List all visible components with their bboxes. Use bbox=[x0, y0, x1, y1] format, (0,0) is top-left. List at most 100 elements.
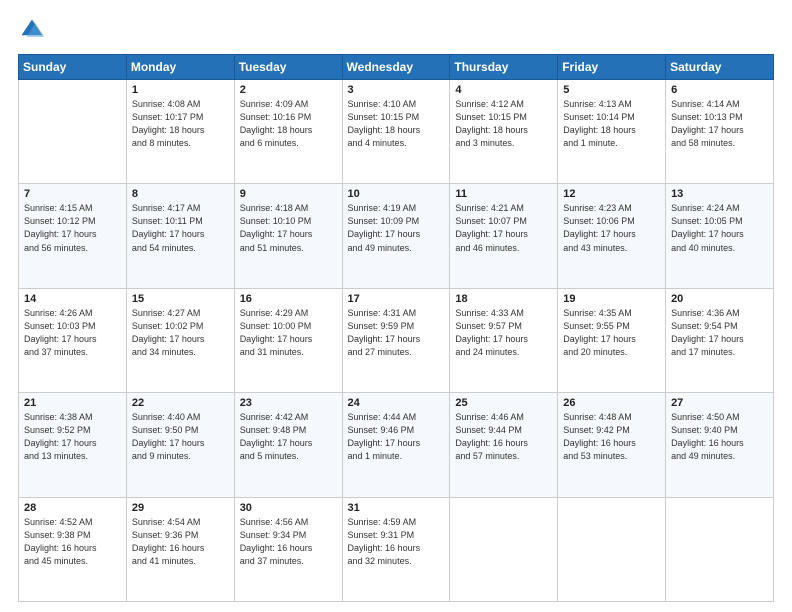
calendar-cell: 1 Sunrise: 4:08 AM Sunset: 10:17 PM Dayli… bbox=[126, 80, 234, 184]
day-info: Sunrise: 4:46 AM Sunset: 9:44 PM Dayligh… bbox=[455, 411, 552, 463]
calendar-table: SundayMondayTuesdayWednesdayThursdayFrid… bbox=[18, 54, 774, 602]
weekday-header-row: SundayMondayTuesdayWednesdayThursdayFrid… bbox=[19, 55, 774, 80]
day-info: Sunrise: 4:54 AM Sunset: 9:36 PM Dayligh… bbox=[132, 516, 229, 568]
calendar-cell bbox=[19, 80, 127, 184]
calendar-cell: 14 Sunrise: 4:26 AM Sunset: 10:03 PM Dayl… bbox=[19, 288, 127, 392]
weekday-header-tuesday: Tuesday bbox=[234, 55, 342, 80]
day-info: Sunrise: 4:29 AM Sunset: 10:00 PM Daylig… bbox=[240, 307, 337, 359]
calendar-cell: 5 Sunrise: 4:13 AM Sunset: 10:14 PM Dayli… bbox=[558, 80, 666, 184]
weekday-header-wednesday: Wednesday bbox=[342, 55, 450, 80]
day-info: Sunrise: 4:18 AM Sunset: 10:10 PM Daylig… bbox=[240, 202, 337, 254]
calendar-cell bbox=[558, 497, 666, 601]
calendar-cell: 8 Sunrise: 4:17 AM Sunset: 10:11 PM Dayli… bbox=[126, 184, 234, 288]
calendar-week-row-3: 14 Sunrise: 4:26 AM Sunset: 10:03 PM Dayl… bbox=[19, 288, 774, 392]
day-info: Sunrise: 4:38 AM Sunset: 9:52 PM Dayligh… bbox=[24, 411, 121, 463]
calendar-cell: 18 Sunrise: 4:33 AM Sunset: 9:57 PM Dayli… bbox=[450, 288, 558, 392]
logo bbox=[18, 16, 50, 44]
day-number: 1 bbox=[132, 84, 229, 96]
calendar-cell: 9 Sunrise: 4:18 AM Sunset: 10:10 PM Dayli… bbox=[234, 184, 342, 288]
day-info: Sunrise: 4:56 AM Sunset: 9:34 PM Dayligh… bbox=[240, 516, 337, 568]
weekday-header-monday: Monday bbox=[126, 55, 234, 80]
calendar-cell bbox=[450, 497, 558, 601]
day-number: 30 bbox=[240, 502, 337, 514]
day-info: Sunrise: 4:35 AM Sunset: 9:55 PM Dayligh… bbox=[563, 307, 660, 359]
day-number: 4 bbox=[455, 84, 552, 96]
day-number: 14 bbox=[24, 293, 121, 305]
calendar-cell: 31 Sunrise: 4:59 AM Sunset: 9:31 PM Dayli… bbox=[342, 497, 450, 601]
day-number: 19 bbox=[563, 293, 660, 305]
day-number: 3 bbox=[348, 84, 445, 96]
day-info: Sunrise: 4:50 AM Sunset: 9:40 PM Dayligh… bbox=[671, 411, 768, 463]
day-info: Sunrise: 4:40 AM Sunset: 9:50 PM Dayligh… bbox=[132, 411, 229, 463]
calendar-cell: 24Sunrise: 4:44 AM Sunset: 9:46 PM Dayli… bbox=[342, 393, 450, 497]
day-number: 8 bbox=[132, 188, 229, 200]
calendar-cell: 10Sunrise: 4:19 AM Sunset: 10:09 PM Dayl… bbox=[342, 184, 450, 288]
day-number: 16 bbox=[240, 293, 337, 305]
day-number: 2 bbox=[240, 84, 337, 96]
page: SundayMondayTuesdayWednesdayThursdayFrid… bbox=[0, 0, 792, 612]
calendar-cell: 21Sunrise: 4:38 AM Sunset: 9:52 PM Dayli… bbox=[19, 393, 127, 497]
day-info: Sunrise: 4:17 AM Sunset: 10:11 PM Daylig… bbox=[132, 202, 229, 254]
day-number: 26 bbox=[563, 397, 660, 409]
day-info: Sunrise: 4:12 AM Sunset: 10:15 PM Daylig… bbox=[455, 98, 552, 150]
day-info: Sunrise: 4:26 AM Sunset: 10:03 PM Daylig… bbox=[24, 307, 121, 359]
day-number: 27 bbox=[671, 397, 768, 409]
day-number: 22 bbox=[132, 397, 229, 409]
day-number: 23 bbox=[240, 397, 337, 409]
calendar-cell bbox=[666, 497, 774, 601]
calendar-cell: 25 Sunrise: 4:46 AM Sunset: 9:44 PM Dayli… bbox=[450, 393, 558, 497]
day-info: Sunrise: 4:21 AM Sunset: 10:07 PM Daylig… bbox=[455, 202, 552, 254]
calendar-cell: 28Sunrise: 4:52 AM Sunset: 9:38 PM Dayli… bbox=[19, 497, 127, 601]
logo-icon bbox=[18, 16, 46, 44]
calendar-cell: 22 Sunrise: 4:40 AM Sunset: 9:50 PM Dayli… bbox=[126, 393, 234, 497]
day-info: Sunrise: 4:24 AM Sunset: 10:05 PM Daylig… bbox=[671, 202, 768, 254]
calendar-cell: 23 Sunrise: 4:42 AM Sunset: 9:48 PM Dayli… bbox=[234, 393, 342, 497]
weekday-header-friday: Friday bbox=[558, 55, 666, 80]
calendar-cell: 16 Sunrise: 4:29 AM Sunset: 10:00 PM Dayl… bbox=[234, 288, 342, 392]
day-info: Sunrise: 4:59 AM Sunset: 9:31 PM Dayligh… bbox=[348, 516, 445, 568]
day-info: Sunrise: 4:52 AM Sunset: 9:38 PM Dayligh… bbox=[24, 516, 121, 568]
calendar-cell: 3 Sunrise: 4:10 AM Sunset: 10:15 PM Dayli… bbox=[342, 80, 450, 184]
calendar-cell: 27 Sunrise: 4:50 AM Sunset: 9:40 PM Dayli… bbox=[666, 393, 774, 497]
day-number: 24 bbox=[348, 397, 445, 409]
calendar-cell: 4 Sunrise: 4:12 AM Sunset: 10:15 PM Dayli… bbox=[450, 80, 558, 184]
weekday-header-sunday: Sunday bbox=[19, 55, 127, 80]
calendar-week-row-5: 28Sunrise: 4:52 AM Sunset: 9:38 PM Dayli… bbox=[19, 497, 774, 601]
day-info: Sunrise: 4:14 AM Sunset: 10:13 PM Daylig… bbox=[671, 98, 768, 150]
day-number: 31 bbox=[348, 502, 445, 514]
day-number: 9 bbox=[240, 188, 337, 200]
day-number: 12 bbox=[563, 188, 660, 200]
day-info: Sunrise: 4:42 AM Sunset: 9:48 PM Dayligh… bbox=[240, 411, 337, 463]
calendar-cell: 15 Sunrise: 4:27 AM Sunset: 10:02 PM Dayl… bbox=[126, 288, 234, 392]
calendar-cell: 12Sunrise: 4:23 AM Sunset: 10:06 PM Dayl… bbox=[558, 184, 666, 288]
day-number: 20 bbox=[671, 293, 768, 305]
calendar-cell: 11 Sunrise: 4:21 AM Sunset: 10:07 PM Dayl… bbox=[450, 184, 558, 288]
day-info: Sunrise: 4:10 AM Sunset: 10:15 PM Daylig… bbox=[348, 98, 445, 150]
day-number: 11 bbox=[455, 188, 552, 200]
calendar-cell: 26 Sunrise: 4:48 AM Sunset: 9:42 PM Dayli… bbox=[558, 393, 666, 497]
day-number: 6 bbox=[671, 84, 768, 96]
calendar-week-row-1: 1 Sunrise: 4:08 AM Sunset: 10:17 PM Dayli… bbox=[19, 80, 774, 184]
day-info: Sunrise: 4:15 AM Sunset: 10:12 PM Daylig… bbox=[24, 202, 121, 254]
calendar-cell: 17Sunrise: 4:31 AM Sunset: 9:59 PM Dayli… bbox=[342, 288, 450, 392]
weekday-header-saturday: Saturday bbox=[666, 55, 774, 80]
day-number: 15 bbox=[132, 293, 229, 305]
day-number: 29 bbox=[132, 502, 229, 514]
calendar-cell: 30 Sunrise: 4:56 AM Sunset: 9:34 PM Dayli… bbox=[234, 497, 342, 601]
day-info: Sunrise: 4:08 AM Sunset: 10:17 PM Daylig… bbox=[132, 98, 229, 150]
calendar-cell: 6 Sunrise: 4:14 AM Sunset: 10:13 PM Dayli… bbox=[666, 80, 774, 184]
calendar-cell: 2Sunrise: 4:09 AM Sunset: 10:16 PM Dayli… bbox=[234, 80, 342, 184]
day-number: 7 bbox=[24, 188, 121, 200]
day-number: 25 bbox=[455, 397, 552, 409]
day-info: Sunrise: 4:13 AM Sunset: 10:14 PM Daylig… bbox=[563, 98, 660, 150]
calendar-week-row-2: 7 Sunrise: 4:15 AM Sunset: 10:12 PM Dayli… bbox=[19, 184, 774, 288]
calendar-week-row-4: 21Sunrise: 4:38 AM Sunset: 9:52 PM Dayli… bbox=[19, 393, 774, 497]
day-info: Sunrise: 4:33 AM Sunset: 9:57 PM Dayligh… bbox=[455, 307, 552, 359]
day-number: 18 bbox=[455, 293, 552, 305]
calendar-cell: 13Sunrise: 4:24 AM Sunset: 10:05 PM Dayl… bbox=[666, 184, 774, 288]
day-info: Sunrise: 4:27 AM Sunset: 10:02 PM Daylig… bbox=[132, 307, 229, 359]
weekday-header-thursday: Thursday bbox=[450, 55, 558, 80]
day-number: 5 bbox=[563, 84, 660, 96]
day-info: Sunrise: 4:48 AM Sunset: 9:42 PM Dayligh… bbox=[563, 411, 660, 463]
day-info: Sunrise: 4:36 AM Sunset: 9:54 PM Dayligh… bbox=[671, 307, 768, 359]
